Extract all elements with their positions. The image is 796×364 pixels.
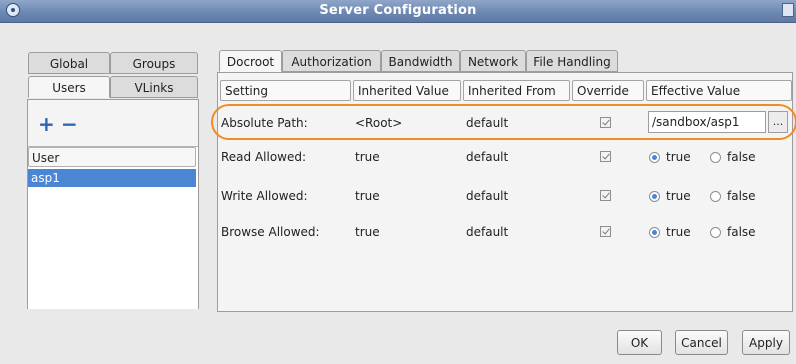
read-false-radio[interactable] — [710, 152, 721, 163]
radio-label-false: false — [727, 189, 756, 203]
tab-users[interactable]: Users — [28, 76, 110, 98]
browse-false-radio[interactable] — [710, 227, 721, 238]
setting-label: Write Allowed: — [221, 189, 308, 203]
radio-label-true: true — [666, 150, 691, 164]
setting-label: Absolute Path: — [221, 116, 308, 130]
window-close-icon[interactable] — [782, 3, 794, 17]
inherited-value: true — [355, 150, 380, 164]
inherited-from: default — [466, 150, 509, 164]
radio-label-true: true — [666, 225, 691, 239]
override-checkbox[interactable] — [600, 151, 611, 162]
setting-label: Browse Allowed: — [221, 225, 320, 239]
radio-label-true: true — [666, 189, 691, 203]
column-header-effective-value[interactable]: Effective Value — [646, 80, 792, 101]
window-title: Server Configuration — [319, 3, 477, 18]
column-header-setting[interactable]: Setting — [220, 80, 351, 101]
tab-vlinks[interactable]: VLinks — [110, 76, 198, 98]
tab-docroot[interactable]: Docroot — [219, 50, 282, 72]
override-checkbox[interactable] — [600, 117, 611, 128]
remove-user-button[interactable]: − — [61, 114, 78, 134]
inherited-value: true — [355, 225, 380, 239]
browse-true-radio[interactable] — [649, 227, 660, 238]
inherited-from: default — [466, 116, 509, 130]
column-header-inherited-from[interactable]: Inherited From — [463, 80, 570, 101]
tab-bandwidth[interactable]: Bandwidth — [381, 50, 460, 72]
override-checkbox[interactable] — [600, 226, 611, 237]
users-list-header[interactable]: User — [28, 147, 196, 167]
inherited-from: default — [466, 225, 509, 239]
tab-file-handling[interactable]: File Handling — [526, 50, 618, 72]
inherited-value: <Root> — [355, 116, 403, 130]
users-list: User asp1 — [28, 146, 198, 309]
write-false-radio[interactable] — [710, 191, 721, 202]
inherited-value: true — [355, 189, 380, 203]
radio-label-false: false — [727, 225, 756, 239]
inherited-from: default — [466, 189, 509, 203]
tab-network[interactable]: Network — [460, 50, 526, 72]
apply-button[interactable]: Apply — [742, 330, 790, 355]
override-checkbox[interactable] — [600, 190, 611, 201]
title-bar: Server Configuration — [0, 0, 796, 23]
list-item-asp1[interactable]: asp1 — [28, 169, 196, 187]
radio-label-false: false — [727, 150, 756, 164]
tab-global[interactable]: Global — [28, 52, 110, 74]
absolute-path-input[interactable]: /sandbox/asp1 — [648, 111, 766, 133]
setting-label: Read Allowed: — [221, 150, 307, 164]
ok-button[interactable]: OK — [617, 330, 662, 355]
column-header-inherited-value[interactable]: Inherited Value — [353, 80, 461, 101]
write-true-radio[interactable] — [649, 191, 660, 202]
tab-authorization[interactable]: Authorization — [282, 50, 381, 72]
cancel-button[interactable]: Cancel — [675, 330, 728, 355]
read-true-radio[interactable] — [649, 152, 660, 163]
browse-button[interactable]: ... — [768, 111, 788, 133]
column-header-override[interactable]: Override — [572, 80, 644, 101]
tab-groups[interactable]: Groups — [110, 52, 198, 74]
add-user-button[interactable]: + — [38, 114, 55, 134]
